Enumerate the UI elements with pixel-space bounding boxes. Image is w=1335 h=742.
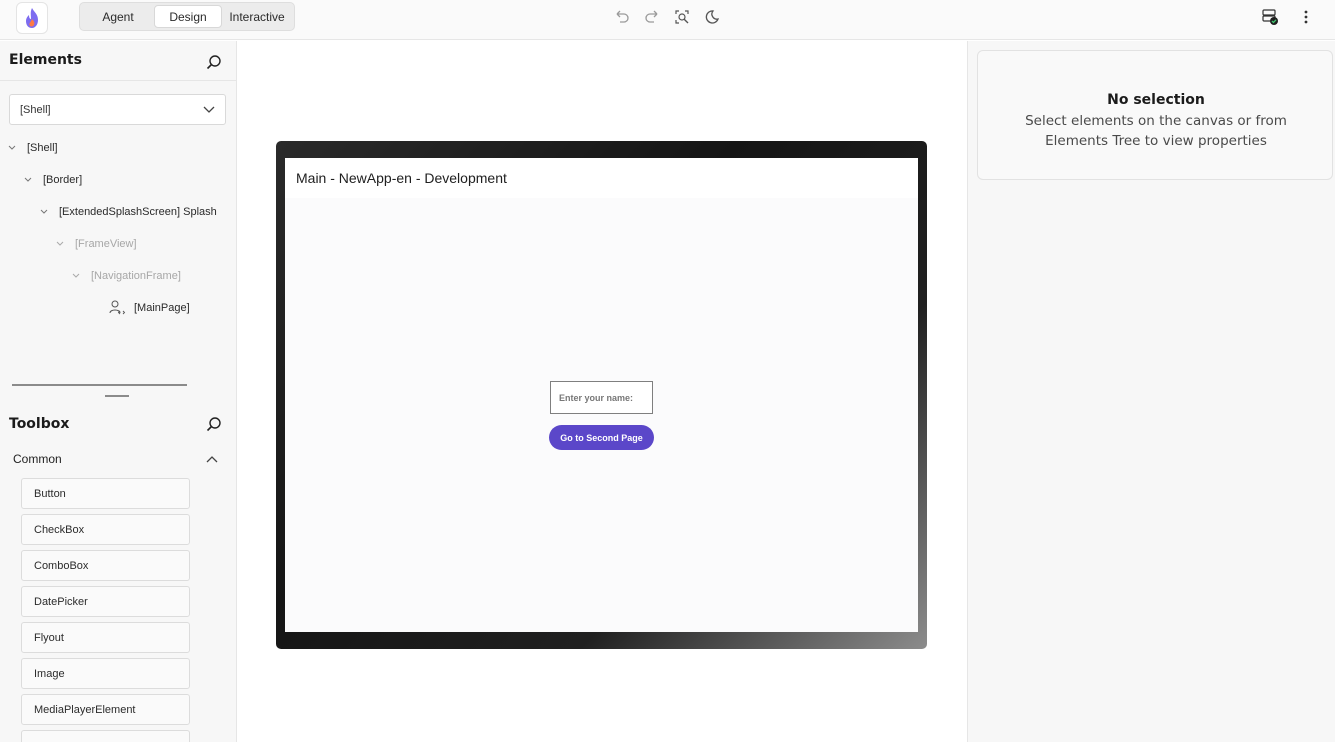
toolbox-item-flyout[interactable]: Flyout — [21, 622, 190, 653]
toolbox-search-icon[interactable] — [205, 416, 223, 434]
flame-logo-icon — [26, 8, 38, 28]
tree-item-frameview[interactable]: [FrameView] — [55, 234, 137, 254]
app-window-titlebar: Main - NewApp-en - Development — [285, 158, 918, 198]
panel-splitter-handle[interactable] — [105, 395, 129, 397]
page-user-icon — [108, 299, 126, 317]
left-panel: Elements [Shell] [Shell] [Border] [Exten… — [0, 41, 237, 742]
tab-agent[interactable]: Agent — [82, 5, 154, 28]
app-logo[interactable] — [16, 2, 48, 34]
tab-interactive[interactable]: Interactive — [222, 5, 292, 28]
no-selection-description: Select elements on the canvas or from El… — [1025, 113, 1287, 149]
app-window-title: Main - NewApp-en - Development — [296, 170, 507, 186]
element-root-selector-value: [Shell] — [20, 103, 51, 116]
design-canvas[interactable]: Main - NewApp-en - Development Enter you… — [238, 41, 966, 742]
elements-divider — [0, 80, 237, 81]
undo-icon[interactable] — [613, 8, 631, 26]
top-toolbar: Agent Design Interactive — [0, 0, 1335, 40]
theme-icon[interactable] — [703, 8, 721, 26]
no-selection-card: No selection Select elements on the canv… — [977, 50, 1333, 180]
toolbox-item-image[interactable]: Image — [21, 658, 190, 689]
tree-item-mainpage[interactable]: [MainPage] — [108, 298, 190, 318]
toolbox-item-datepicker[interactable]: DatePicker — [21, 586, 190, 617]
tree-item-label: [Shell] — [27, 142, 58, 154]
tree-item-label: [FrameView] — [75, 238, 137, 250]
chevron-down-icon[interactable] — [55, 239, 65, 249]
toolbox-item-checkbox[interactable]: CheckBox — [21, 514, 190, 545]
tree-item-label: [ExtendedSplashScreen] Splash — [59, 206, 217, 218]
toolbox-item-partial[interactable] — [21, 730, 190, 742]
chevron-down-icon[interactable] — [71, 271, 81, 281]
tree-item-shell[interactable]: [Shell] — [7, 138, 58, 158]
device-frame: Main - NewApp-en - Development Enter you… — [276, 141, 927, 649]
toolbox-category-common[interactable]: Common — [13, 452, 223, 468]
tree-item-extended-splash[interactable]: [ExtendedSplashScreen] Splash — [39, 202, 217, 222]
tab-design[interactable]: Design — [154, 5, 222, 28]
tree-item-label: [Border] — [43, 174, 83, 186]
app-screen[interactable]: Main - NewApp-en - Development Enter you… — [285, 158, 918, 632]
chevron-down-icon — [203, 104, 215, 117]
elements-search-icon[interactable] — [205, 54, 223, 72]
tree-item-border[interactable]: [Border] — [23, 170, 82, 190]
redo-icon[interactable] — [643, 8, 661, 26]
chevron-up-icon[interactable] — [206, 454, 218, 468]
go-to-second-page-button[interactable]: Go to Second Page — [549, 425, 654, 450]
elements-title: Elements — [9, 52, 82, 68]
element-root-selector[interactable]: [Shell] — [9, 94, 226, 125]
tree-item-label: [NavigationFrame] — [91, 270, 181, 282]
chevron-down-icon[interactable] — [23, 175, 33, 185]
chevron-down-icon[interactable] — [39, 207, 49, 217]
tree-item-navigationframe[interactable]: [NavigationFrame] — [71, 266, 181, 286]
toolbox-title: Toolbox — [9, 416, 70, 432]
panel-splitter-line — [12, 384, 187, 386]
tree-item-label: [MainPage] — [134, 302, 190, 314]
no-selection-title: No selection — [1107, 92, 1205, 108]
category-label: Common — [13, 452, 62, 466]
properties-panel: No selection Select elements on the canv… — [967, 41, 1335, 742]
name-input-placeholder: Enter your name: — [559, 392, 634, 403]
toolbox-item-button[interactable]: Button — [21, 478, 190, 509]
name-input[interactable]: Enter your name: — [550, 381, 653, 414]
server-status-icon[interactable] — [1261, 8, 1279, 26]
toolbox-item-mediaplayerelement[interactable]: MediaPlayerElement — [21, 694, 190, 725]
chevron-down-icon[interactable] — [7, 143, 17, 153]
toolbox-item-combobox[interactable]: ComboBox — [21, 550, 190, 581]
inspect-icon[interactable] — [673, 8, 691, 26]
more-icon[interactable] — [1297, 8, 1315, 26]
mode-switcher: Agent Design Interactive — [79, 2, 295, 31]
